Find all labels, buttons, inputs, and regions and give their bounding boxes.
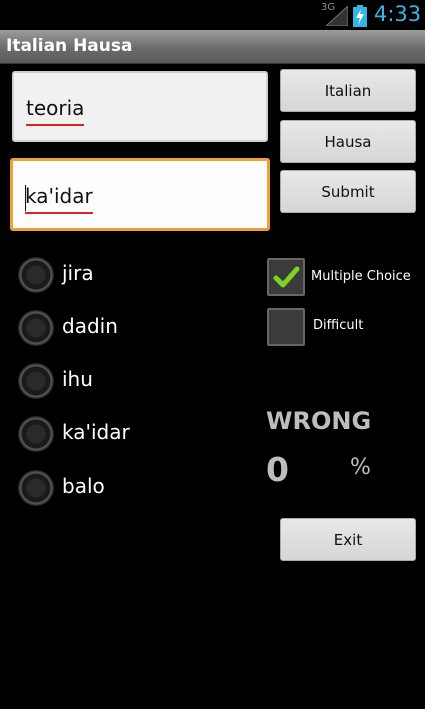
status-bar: 3G 4:33 — [0, 0, 425, 30]
app-title-bar: Italian Hausa — [0, 30, 425, 64]
exit-button[interactable]: Exit — [280, 518, 416, 561]
radio-icon[interactable] — [18, 470, 54, 506]
source-word-text: teoria — [26, 93, 85, 126]
hausa-button[interactable]: Hausa — [280, 120, 416, 163]
source-word-field[interactable]: teoria — [12, 71, 268, 142]
app-title: Italian Hausa — [6, 36, 133, 56]
italian-button[interactable]: Italian — [280, 69, 416, 112]
score-value: 0 — [266, 450, 289, 489]
difficult-checkbox[interactable] — [267, 308, 305, 346]
choice-label: ihu — [62, 367, 93, 391]
radio-icon[interactable] — [18, 363, 54, 399]
choice-label: jira — [62, 261, 94, 285]
submit-button[interactable]: Submit — [280, 170, 416, 213]
radio-icon[interactable] — [18, 257, 54, 293]
score-unit: % — [350, 455, 371, 480]
answer-text: ka'idar — [25, 181, 93, 214]
radio-icon[interactable] — [18, 416, 54, 452]
answer-input[interactable]: ka'idar — [10, 158, 270, 231]
radio-icon[interactable] — [18, 310, 54, 346]
choice-label: dadin — [62, 314, 118, 338]
battery-charging-icon — [353, 5, 367, 27]
result-status: WRONG — [266, 407, 372, 435]
clock: 4:33 — [374, 2, 422, 26]
checkmark-icon — [273, 266, 300, 288]
difficult-label: Difficult — [313, 318, 364, 333]
multiple-choice-label: Multiple Choice — [311, 269, 411, 284]
signal-icon — [326, 6, 348, 26]
multiple-choice-checkbox[interactable] — [267, 258, 305, 296]
choice-label: balo — [62, 474, 105, 498]
choice-label: ka'idar — [62, 420, 130, 444]
